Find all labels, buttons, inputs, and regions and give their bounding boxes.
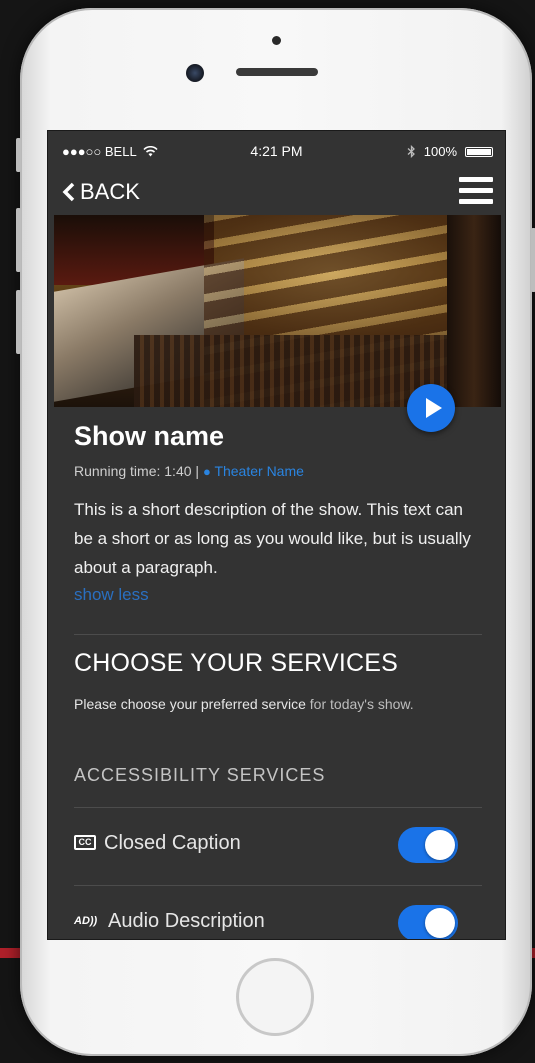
battery-icon [465, 146, 493, 157]
play-video-button[interactable] [407, 384, 455, 432]
show-less-link[interactable]: show less [74, 585, 149, 605]
location-pin-icon: ● [202, 464, 211, 479]
services-subtitle: Please choose your preferred service for… [74, 691, 474, 717]
nav-bar: BACK [48, 171, 505, 215]
status-right: 100% [407, 144, 493, 159]
services-title: CHOOSE YOUR SERVICES [74, 649, 398, 677]
divider [74, 807, 482, 808]
service-row-audio-description: AD)) Audio Description [74, 893, 482, 939]
mute-switch [16, 138, 21, 172]
front-camera [186, 64, 204, 82]
proximity-sensor [272, 36, 281, 45]
show-description: This is a short description of the show.… [74, 500, 471, 577]
cc-icon: CC [74, 835, 96, 850]
volume-up-button [16, 208, 21, 272]
services-subtitle-rest: for today's show. [305, 696, 414, 712]
earpiece-speaker [236, 68, 318, 76]
show-hero-image [54, 215, 501, 407]
battery-percent: 100% [423, 144, 457, 159]
audio-description-toggle[interactable] [398, 905, 458, 939]
power-button [531, 228, 535, 292]
closed-caption-toggle[interactable] [398, 827, 458, 863]
hamburger-menu-icon[interactable] [459, 177, 493, 207]
back-button[interactable]: BACK [62, 179, 140, 205]
bluetooth-icon [407, 145, 415, 158]
show-meta: Running time: 1:40 | ● Theater Name [74, 463, 304, 479]
service-label: Audio Description [108, 910, 265, 932]
audio-description-icon: AD)) [74, 915, 98, 927]
service-label: Closed Caption [104, 832, 241, 854]
home-button[interactable] [236, 958, 314, 1036]
phone-frame: ●●●○○ BELL 4:21 PM 100% BACK Show name R… [16, 8, 535, 1056]
accessibility-section-title: ACCESSIBILITY SERVICES [74, 765, 326, 785]
status-bar: ●●●○○ BELL 4:21 PM 100% [48, 131, 505, 171]
back-label: BACK [80, 179, 140, 204]
divider [74, 634, 482, 635]
volume-down-button [16, 290, 21, 354]
service-row-closed-caption: CC Closed Caption [74, 815, 482, 875]
theater-link[interactable]: Theater Name [214, 463, 303, 479]
services-subtitle-main: Please choose your preferred service [74, 696, 306, 712]
chevron-left-icon [62, 182, 75, 202]
app-screen: ●●●○○ BELL 4:21 PM 100% BACK Show name R… [47, 130, 506, 940]
running-time: Running time: 1:40 | [74, 463, 200, 479]
show-title: Show name [74, 421, 225, 451]
divider [74, 885, 482, 886]
